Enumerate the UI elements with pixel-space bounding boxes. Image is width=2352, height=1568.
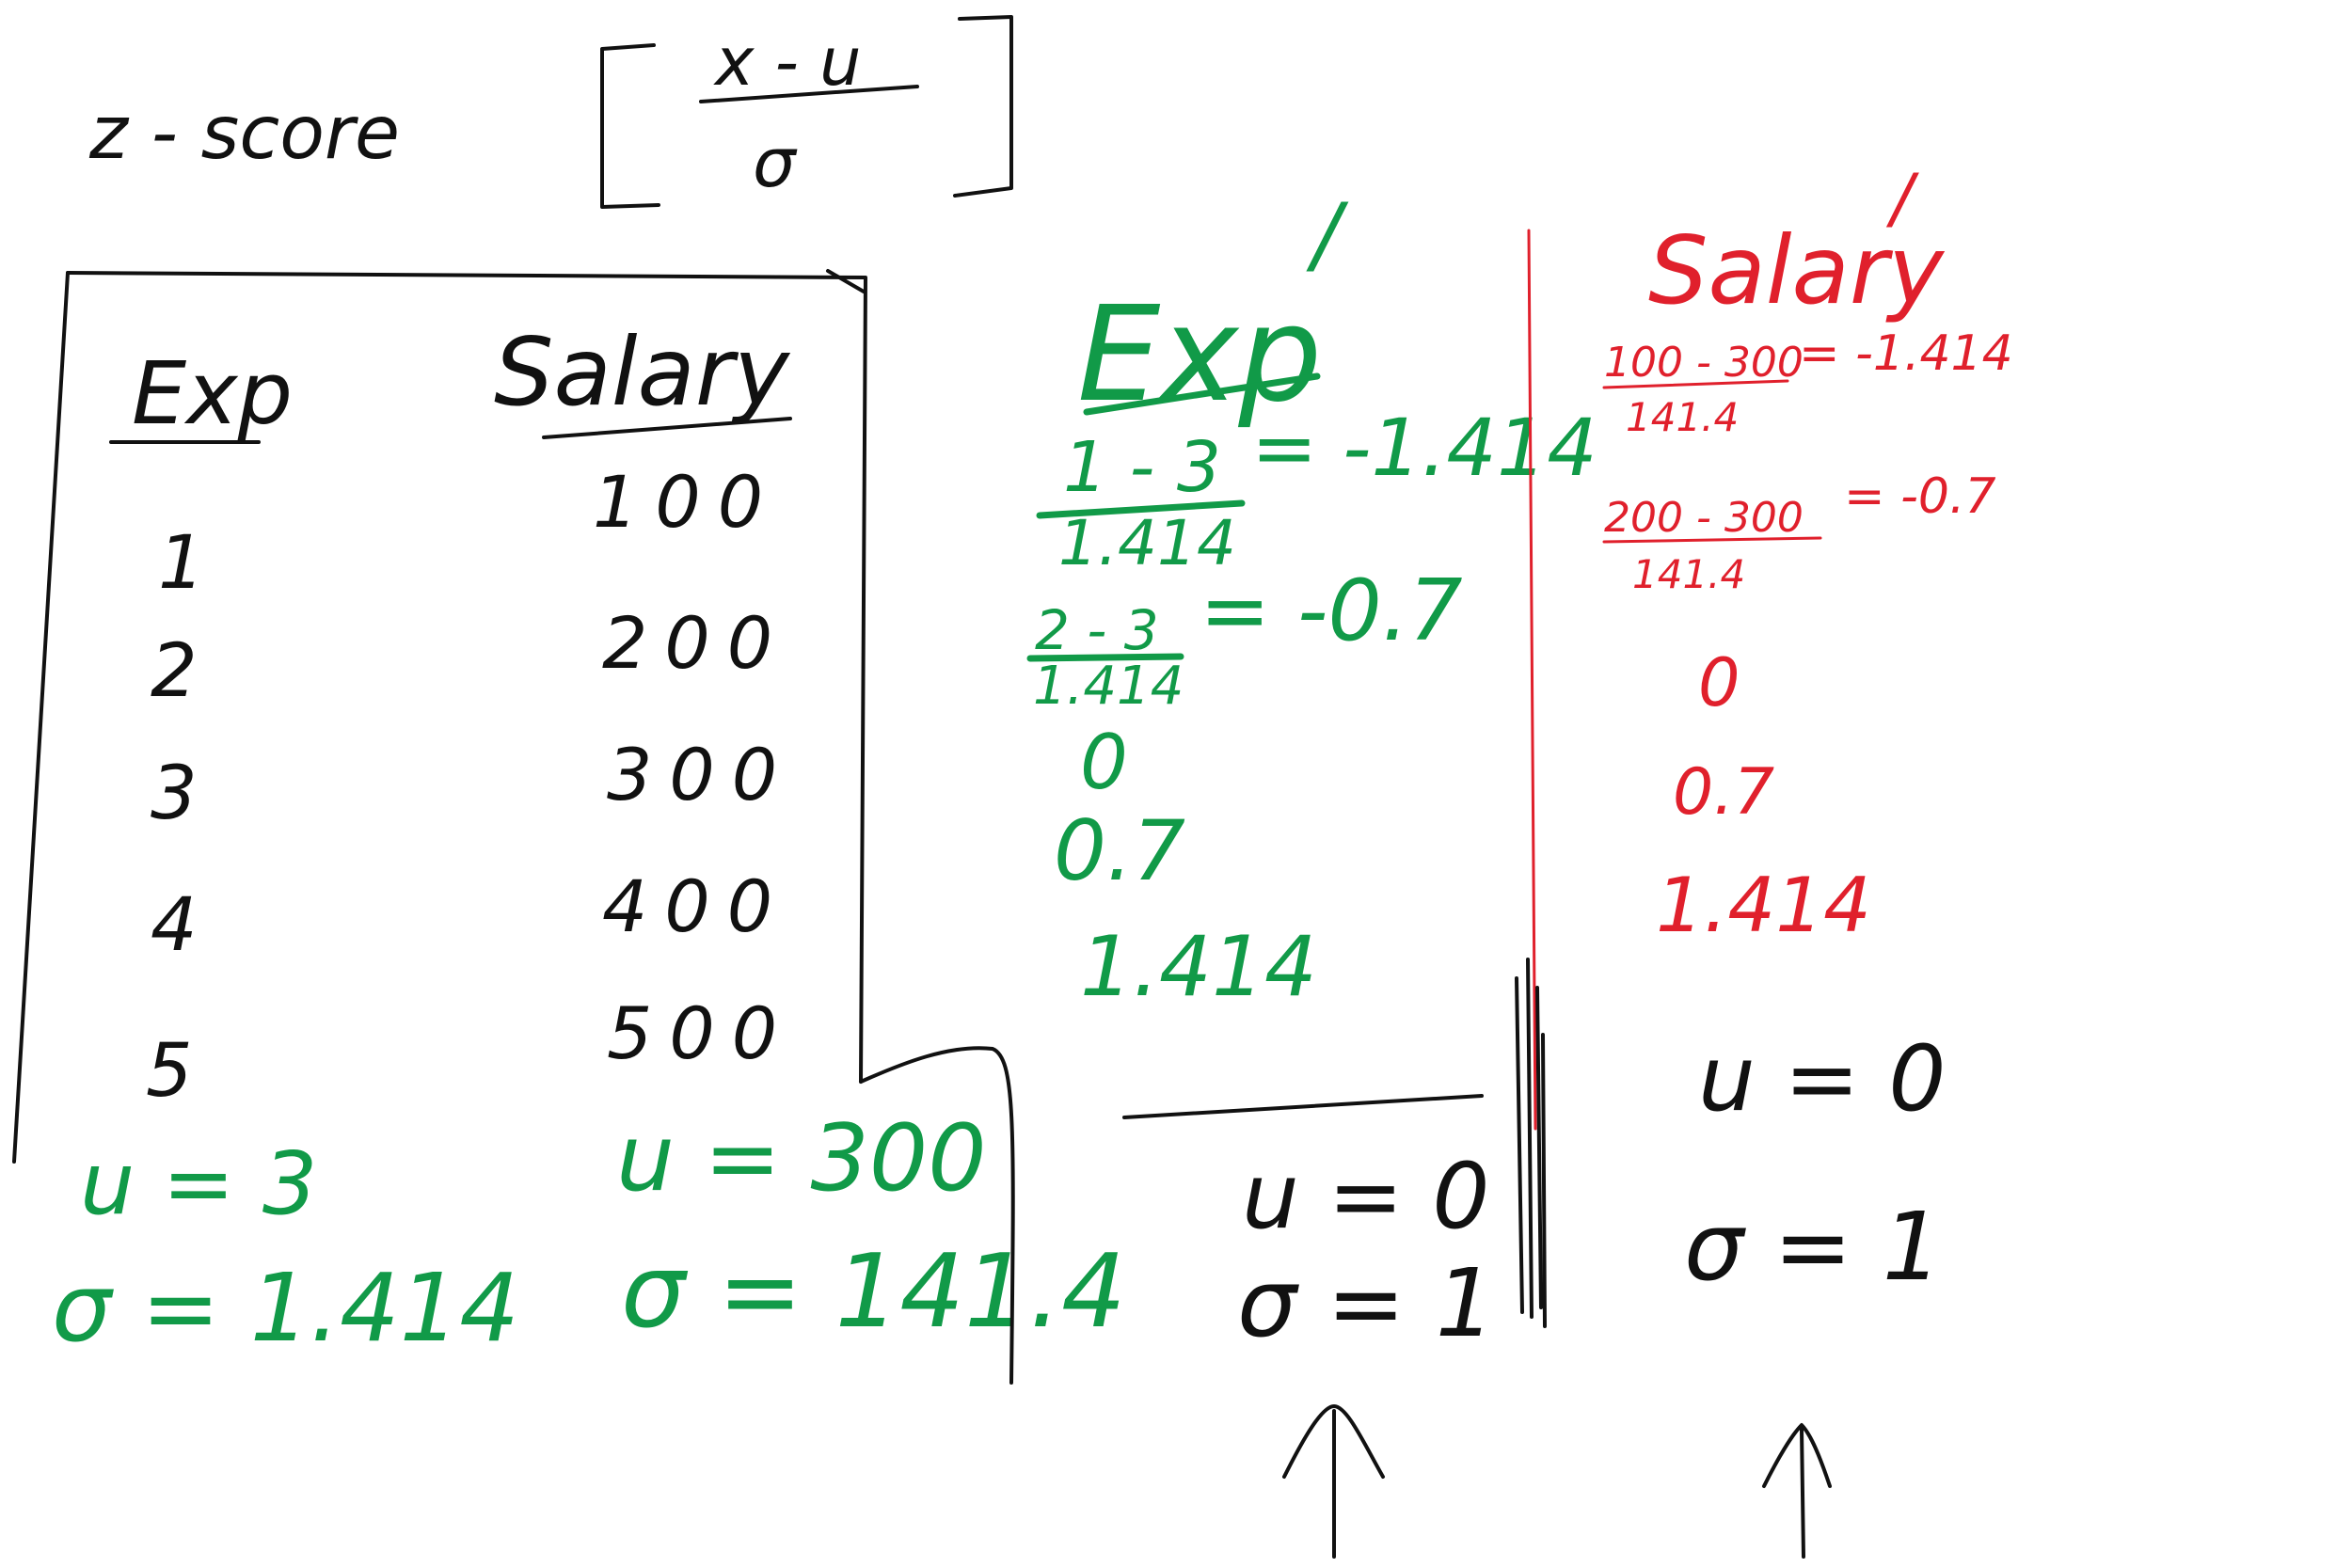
left-bracket xyxy=(600,43,660,209)
salary-row1-result: = -1.414 xyxy=(1799,325,2013,382)
salary-up-arrow xyxy=(1762,1423,1832,1559)
salary-row2-numerator: 200 - 300 xyxy=(1604,494,1804,542)
salary-value: 400 xyxy=(602,864,789,948)
exp-value: 1 xyxy=(158,521,205,606)
right-bracket xyxy=(953,15,1013,198)
salary-row5-value: 1.414 xyxy=(1656,862,1871,949)
exp-value: 2 xyxy=(151,629,198,714)
exp-value: 3 xyxy=(151,752,198,836)
exp-mean: u = 3 xyxy=(80,1133,317,1234)
salary-value: 500 xyxy=(607,991,794,1075)
exp-scaled-mean: u = 0 xyxy=(1242,1144,1489,1249)
exp-row4-value: 0.7 xyxy=(1054,802,1185,899)
salary-scaled-std: σ = 1 xyxy=(1684,1192,1942,1302)
exp-value: 5 xyxy=(146,1029,193,1114)
exp-row2-result: = -0.7 xyxy=(1200,562,1463,660)
salary-scaled-mean: u = 0 xyxy=(1698,1026,1946,1132)
salary-column-values: 100 200 300 400 500 xyxy=(593,460,794,1075)
zscore-label: z - score xyxy=(88,91,400,176)
exp-row2-numerator: 2 - 3 xyxy=(1035,598,1159,662)
salary-row2-denominator: 141.4 xyxy=(1632,551,1745,597)
formula-numerator: x - u xyxy=(713,24,862,101)
salary-value: 100 xyxy=(593,460,780,544)
column-divider-black xyxy=(1515,958,1547,1328)
salary-row3-value: 0 xyxy=(1698,644,1740,721)
salary-std: σ = 141.4 xyxy=(621,1233,1126,1351)
exp-value: 4 xyxy=(151,883,198,968)
salary-value: 200 xyxy=(602,601,789,685)
exp-column-header: Exp xyxy=(132,343,293,444)
exp-row5-value: 1.414 xyxy=(1080,918,1317,1015)
exp-row1-result: = -1.414 xyxy=(1251,402,1597,494)
formula-denominator: σ xyxy=(753,123,798,202)
salary-row1-numerator: 100 - 300 xyxy=(1604,339,1804,387)
whiteboard: z - score x - u σ Exp Salary 1 2 3 4 5 1… xyxy=(12,15,2013,1559)
salary-row4-value: 0.7 xyxy=(1673,755,1774,830)
table-left-border xyxy=(12,271,70,1164)
salary-scaled-column: Salary / 100 - 300 141.4 = -1.414 200 - … xyxy=(1602,160,2013,1559)
exp-up-arrow xyxy=(1282,1404,1385,1559)
exp-result-divider xyxy=(1122,1094,1484,1119)
salary-row1-denominator: 141.4 xyxy=(1626,394,1739,440)
salary-mean: u = 300 xyxy=(616,1105,987,1212)
exp-row2-denominator: 1.414 xyxy=(1033,656,1184,717)
exp-row3-value: 0 xyxy=(1080,719,1128,806)
exp-row1-numerator: 1 - 3 xyxy=(1063,427,1221,508)
exp-scaled-column: Exp / 1 - 3 1.414 = -1.414 2 - 3 1.414 =… xyxy=(1026,185,1597,1559)
salary-column-header: Salary xyxy=(494,317,791,427)
data-table: Exp Salary 1 2 3 4 5 100 200 300 400 500… xyxy=(12,269,1126,1385)
salary-value: 300 xyxy=(607,733,794,816)
zscore-formula: z - score x - u σ xyxy=(88,15,1013,209)
exp-std: σ = 1.414 xyxy=(52,1253,519,1363)
exp-scaled-std: σ = 1 xyxy=(1237,1248,1495,1358)
salary-row2-result: = -0.7 xyxy=(1844,468,1996,525)
exp-prime-mark: / xyxy=(1306,185,1349,284)
table-corner-tick xyxy=(826,269,866,293)
exp-column-values: 1 2 3 4 5 xyxy=(146,521,205,1114)
